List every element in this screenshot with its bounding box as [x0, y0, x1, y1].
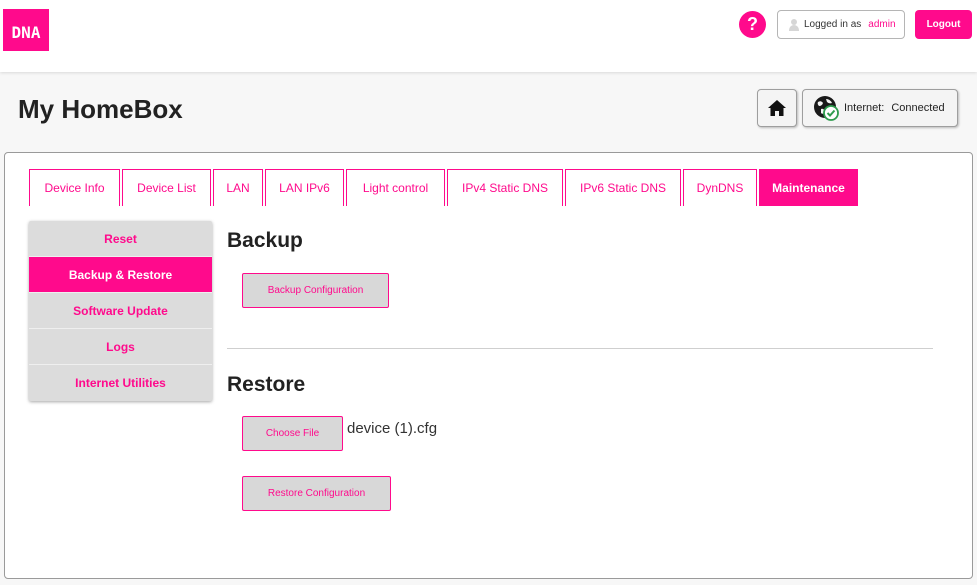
- restore-heading: Restore: [227, 373, 306, 396]
- tab-maintenance[interactable]: Maintenance: [759, 169, 858, 206]
- help-icon[interactable]: ?: [739, 11, 766, 38]
- tab-device-list[interactable]: Device List: [122, 169, 211, 206]
- side-item-internet-utilities[interactable]: Internet Utilities: [29, 365, 212, 401]
- internet-status-value: Connected: [891, 102, 945, 114]
- user-info: Logged in as admin: [777, 10, 905, 39]
- tab-lan-ipv6[interactable]: LAN IPv6: [265, 169, 344, 206]
- side-item-reset[interactable]: Reset: [29, 221, 212, 257]
- top-bar: DNA ? Logged in as admin Logout: [0, 0, 977, 72]
- home-icon: [768, 100, 786, 116]
- tab-lan[interactable]: LAN: [213, 169, 263, 206]
- user-icon: [788, 18, 800, 31]
- side-item-logs[interactable]: Logs: [29, 329, 212, 365]
- tab-bar: Device Info Device List LAN LAN IPv6 Lig…: [29, 169, 860, 206]
- username[interactable]: admin: [868, 19, 895, 30]
- tab-ipv4-static-dns[interactable]: IPv4 Static DNS: [447, 169, 563, 206]
- tab-device-info[interactable]: Device Info: [29, 169, 120, 206]
- page-title: My HomeBox: [18, 94, 183, 124]
- selected-file-name: device (1).cfg: [347, 420, 438, 437]
- backup-heading: Backup: [227, 229, 303, 252]
- tab-dyndns[interactable]: DynDNS: [683, 169, 757, 206]
- dna-logo[interactable]: DNA: [3, 9, 49, 51]
- home-button[interactable]: [757, 89, 797, 127]
- internet-status[interactable]: Internet: Connected: [802, 89, 958, 127]
- tab-light-control[interactable]: Light control: [346, 169, 445, 206]
- side-item-backup-restore[interactable]: Backup & Restore: [29, 257, 212, 293]
- logged-in-label: Logged in as: [804, 19, 862, 30]
- restore-configuration-button[interactable]: Restore Configuration: [242, 476, 391, 511]
- backup-configuration-button[interactable]: Backup Configuration: [242, 273, 389, 308]
- side-item-software-update[interactable]: Software Update: [29, 293, 212, 329]
- section-divider: [227, 348, 933, 349]
- choose-file-button[interactable]: Choose File: [242, 416, 343, 451]
- internet-label: Internet:: [844, 102, 885, 114]
- main-panel: Device Info Device List LAN LAN IPv6 Lig…: [4, 152, 973, 579]
- logout-button[interactable]: Logout: [915, 10, 972, 39]
- globe-connected-icon: [814, 96, 839, 121]
- tab-ipv6-static-dns[interactable]: IPv6 Static DNS: [565, 169, 681, 206]
- side-menu: Reset Backup & Restore Software Update L…: [29, 221, 212, 401]
